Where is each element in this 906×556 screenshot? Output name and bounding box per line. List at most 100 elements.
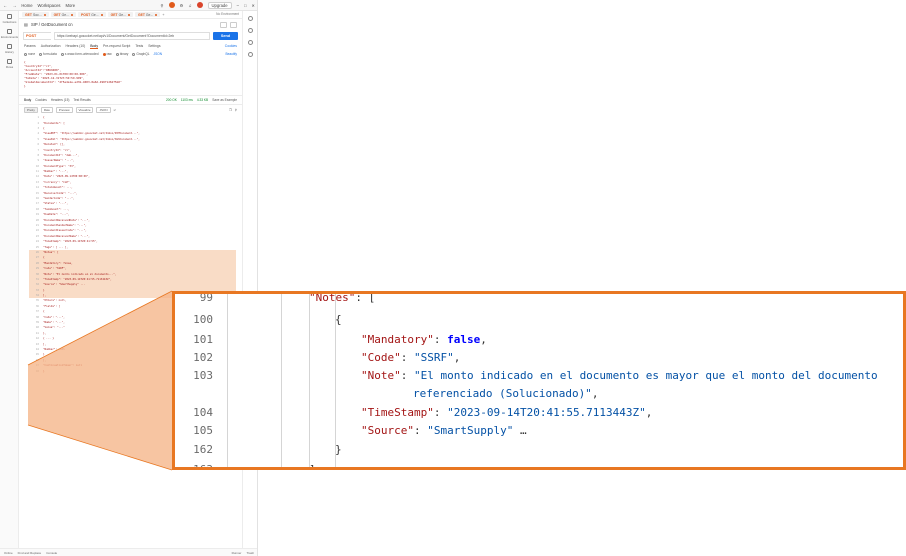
unsaved-dot-icon bbox=[71, 14, 73, 16]
body-type-urlencoded[interactable]: x-www-form-urlencoded bbox=[60, 52, 99, 56]
user-avatar[interactable] bbox=[196, 2, 203, 8]
body-type-form-data[interactable]: form-data bbox=[39, 52, 57, 56]
tab-tests[interactable]: Tests bbox=[135, 44, 143, 48]
tab-label: Soc... bbox=[32, 13, 42, 17]
request-icon: ▤ bbox=[24, 22, 28, 27]
status-online[interactable]: Online bbox=[4, 551, 13, 555]
code-text: "DocumentType": "33", bbox=[43, 164, 76, 168]
sidebar-item-collections[interactable]: Collections bbox=[0, 11, 19, 26]
method-select[interactable]: POST bbox=[23, 32, 51, 40]
radio-icon bbox=[132, 52, 136, 56]
view-raw[interactable]: Raw bbox=[40, 106, 53, 113]
code-text: "CountryId": "cl", bbox=[43, 148, 72, 152]
response-view-controls: Pretty Raw Preview Visualize JSON ↩ ❐ ⚲ bbox=[19, 105, 242, 114]
settings-icon[interactable]: ⚙ bbox=[180, 3, 184, 8]
edit-icon[interactable] bbox=[230, 21, 237, 28]
code-text: { bbox=[43, 256, 45, 260]
request-tab[interactable]: GETGe... bbox=[50, 12, 76, 17]
send-button[interactable]: Send bbox=[213, 32, 238, 40]
beautify-link[interactable]: Beautify bbox=[225, 52, 237, 56]
request-tab[interactable]: GETSoc... bbox=[22, 12, 49, 17]
search-response-icon[interactable]: ⚲ bbox=[235, 108, 237, 112]
body-type-raw[interactable]: raw bbox=[102, 52, 112, 56]
line-number: 9 bbox=[37, 159, 39, 163]
status-trash[interactable]: Trash bbox=[246, 551, 254, 555]
code-text: }, bbox=[43, 331, 47, 335]
zoomed-code-line: referenciado (Solucionado)", bbox=[175, 382, 903, 406]
workspaces-menu[interactable]: Workspaces bbox=[38, 3, 61, 8]
json-key: "Note" bbox=[361, 369, 401, 382]
cookies-link[interactable]: Cookies bbox=[225, 44, 237, 48]
sidebar-item-history[interactable]: History bbox=[0, 41, 19, 56]
request-body-line: } bbox=[24, 84, 26, 88]
avatar[interactable] bbox=[168, 2, 175, 8]
body-format-select[interactable]: JSON bbox=[154, 52, 163, 56]
tab-authorization[interactable]: Authorization bbox=[41, 44, 61, 48]
response-tab-cookies[interactable]: Cookies bbox=[35, 98, 47, 102]
home-link[interactable]: Home bbox=[21, 3, 32, 8]
line-number: 13 bbox=[35, 180, 39, 184]
search-icon[interactable]: ⚲ bbox=[161, 3, 164, 8]
response-tab-test-results[interactable]: Test Results bbox=[73, 98, 90, 102]
status-find-replace[interactable]: Find and Replace bbox=[18, 551, 42, 555]
more-menu[interactable]: More bbox=[66, 3, 76, 8]
comments-icon[interactable] bbox=[248, 28, 253, 33]
tab-label: Ge... bbox=[145, 13, 154, 17]
environment-select[interactable]: No Environment bbox=[216, 12, 239, 17]
line-number: 103 bbox=[193, 369, 213, 382]
body-type-none[interactable]: none bbox=[24, 52, 35, 56]
body-type-label: x-www-form-urlencoded bbox=[64, 52, 99, 56]
close-icon[interactable]: ✕ bbox=[251, 3, 255, 8]
body-type-binary[interactable]: binary bbox=[115, 52, 128, 56]
indent-guide bbox=[281, 458, 282, 467]
unsaved-dot-icon bbox=[155, 14, 158, 16]
view-preview[interactable]: Preview bbox=[55, 106, 73, 113]
request-tab[interactable]: GETGe... bbox=[107, 12, 133, 17]
code-text: "Source": "SmartSupply" … bbox=[361, 421, 527, 441]
wrap-icon[interactable]: ↩ bbox=[114, 108, 117, 112]
response-time: 1103 ms bbox=[180, 98, 193, 102]
view-pretty[interactable]: Pretty bbox=[24, 106, 38, 113]
tab-body[interactable]: Body bbox=[90, 44, 99, 49]
response-tab-body[interactable]: Body bbox=[24, 98, 31, 102]
back-icon[interactable]: ← bbox=[3, 3, 7, 8]
sidebar-item-environments[interactable]: Environments bbox=[0, 26, 19, 41]
breadcrumb-text[interactable]: SIP / GetDocument cn bbox=[31, 22, 73, 27]
new-tab-icon[interactable]: + bbox=[162, 12, 164, 17]
response-tab-headers[interactable]: Headers (15) bbox=[51, 98, 70, 102]
request-tab[interactable]: POSTGe... bbox=[78, 12, 106, 17]
save-icon[interactable] bbox=[220, 21, 227, 28]
status-runner[interactable]: Runner bbox=[232, 551, 242, 555]
request-body-editor[interactable]: { "CountryId":"cl", "AccountId":"9869480… bbox=[19, 58, 242, 96]
line-number: 39 bbox=[35, 321, 39, 325]
tab-params[interactable]: Params bbox=[24, 44, 36, 48]
code-icon[interactable] bbox=[248, 40, 253, 45]
info-icon[interactable] bbox=[248, 52, 253, 57]
notifications-icon[interactable]: ♫ bbox=[188, 3, 191, 8]
minimize-icon[interactable]: – bbox=[237, 3, 239, 8]
zoomed-code-line: 99 "Notes": [ bbox=[175, 294, 903, 310]
upgrade-button[interactable]: Upgrade bbox=[207, 1, 232, 9]
code-text: "Note": "El monto indicado en el documen… bbox=[43, 272, 117, 276]
json-punctuation: } bbox=[335, 443, 342, 456]
tab-pre-request-script[interactable]: Pre-request Script bbox=[103, 44, 130, 48]
view-visualize[interactable]: Visualize bbox=[75, 106, 94, 113]
copy-icon[interactable]: ❐ bbox=[229, 108, 232, 112]
code-text: "Note": "El monto indicado en el documen… bbox=[361, 366, 878, 386]
tab-settings[interactable]: Settings bbox=[148, 44, 160, 48]
code-text: "ReceiverCode": "...", bbox=[43, 191, 78, 195]
request-tab[interactable]: GETGe... bbox=[134, 12, 161, 17]
tab-method: GET bbox=[53, 13, 61, 17]
api-icon[interactable] bbox=[248, 16, 253, 21]
status-console[interactable]: Console bbox=[46, 551, 57, 555]
code-text: "DocumentSenderName": "...", bbox=[43, 224, 87, 227]
forward-icon[interactable]: → bbox=[12, 3, 16, 8]
sidebar-item-flows[interactable]: Flows bbox=[0, 56, 19, 71]
url-input[interactable]: https://webapi.gosocket.net/api/v1/Docum… bbox=[54, 32, 210, 40]
save-example-button[interactable]: Save as Example bbox=[212, 98, 237, 102]
body-type-graphql[interactable]: GraphQL bbox=[132, 52, 150, 56]
json-string: "2023-09-14T20:41:55.7113443Z" bbox=[447, 406, 646, 419]
tab-headers[interactable]: Headers (10) bbox=[65, 44, 85, 48]
maximize-icon[interactable]: □ bbox=[244, 3, 247, 8]
response-format-select[interactable]: JSON bbox=[96, 106, 111, 113]
